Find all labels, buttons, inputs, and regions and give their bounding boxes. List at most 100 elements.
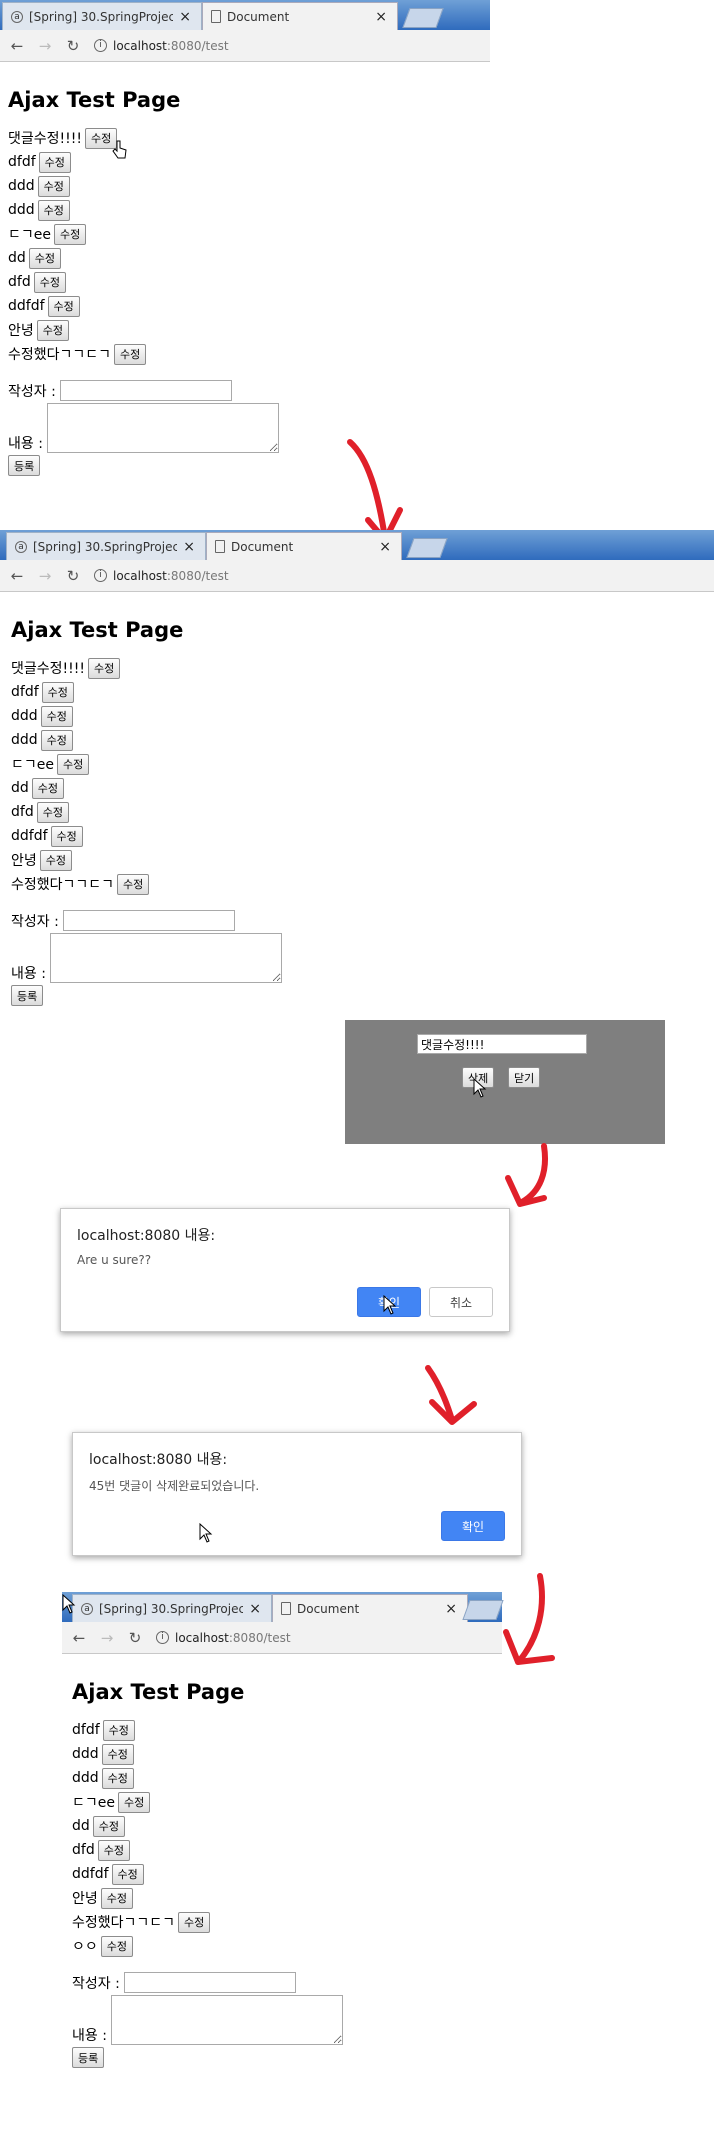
reply-text: 댓글수정!!!! <box>8 131 82 147</box>
edit-button[interactable]: 수정 <box>97 1839 130 1861</box>
alert-ok-button[interactable]: 확인 <box>441 1511 505 1541</box>
edit-button[interactable]: 수정 <box>111 1863 144 1885</box>
screenshot-3: a [Spring] 30.SpringProject × Document ×… <box>62 1592 504 2112</box>
edit-button[interactable]: 수정 <box>92 1815 126 1837</box>
reply-text: dfdf <box>8 154 36 170</box>
edit-button[interactable]: 수정 <box>50 825 83 847</box>
content-textarea[interactable] <box>46 403 279 453</box>
edit-button[interactable]: 수정 <box>87 657 121 679</box>
edit-button[interactable]: 수정 <box>57 753 90 775</box>
reload-icon[interactable]: ↻ <box>124 1629 146 1647</box>
edit-button[interactable]: 수정 <box>54 223 87 245</box>
close-tab-icon[interactable]: × <box>179 9 191 25</box>
info-icon[interactable]: i <box>94 569 107 582</box>
forward-icon[interactable]: → <box>34 567 56 585</box>
writer-input[interactable] <box>59 380 232 401</box>
info-icon[interactable]: i <box>94 39 107 52</box>
edit-button[interactable]: 수정 <box>178 1911 211 1933</box>
edit-button[interactable]: 수정 <box>101 1743 134 1765</box>
edit-button[interactable]: 수정 <box>31 777 65 799</box>
page-title: Ajax Test Page <box>11 618 184 642</box>
address-bar[interactable]: i localhost:8080/test <box>156 1631 291 1645</box>
close-tab-icon[interactable]: × <box>249 1601 261 1617</box>
edit-button[interactable]: 수정 <box>39 849 73 871</box>
tab-spring-project[interactable]: a [Spring] 30.SpringProject × <box>2 2 202 30</box>
reply-text: dd <box>11 780 29 796</box>
reload-icon[interactable]: ↻ <box>62 567 84 585</box>
reply-item: dfd 수정 <box>8 270 279 294</box>
edit-button[interactable]: 수정 <box>28 247 62 269</box>
reply-text: 댓글수정!!!! <box>11 661 85 677</box>
edit-button[interactable]: 수정 <box>114 343 147 365</box>
screenshot-2: a [Spring] 30.SpringProject × Document ×… <box>0 530 714 1150</box>
page-content: Ajax Test Page 댓글수정!!!! 수정 dfdf 수정 ddd 수정 d… <box>11 618 282 1006</box>
tab-spring-project[interactable]: a [Spring] 30.SpringProject × <box>72 1594 272 1622</box>
edit-button[interactable]: 수정 <box>40 729 73 751</box>
browser-window: a [Spring] 30.SpringProject × Document ×… <box>0 530 714 594</box>
alert-dialog: localhost:8080 내용: 45번 댓글이 삭제완료되었습니다. 확인 <box>72 1432 522 1556</box>
dialog-message: Are u sure?? <box>77 1253 152 1267</box>
edit-button[interactable]: 수정 <box>36 801 69 823</box>
new-tab-button[interactable] <box>406 538 448 558</box>
app-icon: a <box>81 1602 93 1615</box>
edit-button[interactable]: 수정 <box>118 1791 151 1813</box>
screenshot-1: a [Spring] 30.SpringProject × Document ×… <box>0 0 490 500</box>
back-icon[interactable]: ← <box>6 37 28 55</box>
submit-button[interactable]: 등록 <box>8 455 41 476</box>
hand-cursor-icon <box>112 140 127 159</box>
writer-input[interactable] <box>62 910 235 931</box>
edit-button[interactable]: 수정 <box>117 873 150 895</box>
close-button[interactable]: 닫기 <box>508 1067 541 1088</box>
edit-button[interactable]: 수정 <box>41 681 74 703</box>
reply-item: 댓글수정!!!! 수정 <box>11 656 282 680</box>
address-bar[interactable]: i localhost:8080/test <box>94 569 229 583</box>
close-tab-icon[interactable]: × <box>183 539 195 555</box>
submit-button[interactable]: 등록 <box>11 985 44 1006</box>
back-icon[interactable]: ← <box>68 1629 90 1647</box>
tab-strip: a [Spring] 30.SpringProject × Document × <box>62 1592 504 1622</box>
address-bar[interactable]: i localhost:8080/test <box>94 39 229 53</box>
edit-button[interactable]: 수정 <box>33 271 66 293</box>
edit-button[interactable]: 수정 <box>101 1767 134 1789</box>
info-icon[interactable]: i <box>156 1631 169 1644</box>
reply-text: ㄷㄱee <box>72 1795 115 1811</box>
content-textarea[interactable] <box>110 1995 343 2045</box>
edit-button[interactable]: 수정 <box>40 705 73 727</box>
writer-label: 작성자 : <box>11 913 59 930</box>
submit-button[interactable]: 등록 <box>72 2047 105 2068</box>
annotation-arrow-icon <box>503 1573 555 1665</box>
edit-button[interactable]: 수정 <box>36 319 70 341</box>
new-tab-button[interactable] <box>402 8 444 28</box>
reload-icon[interactable]: ↻ <box>62 37 84 55</box>
tab-document[interactable]: Document × <box>202 2 398 30</box>
edit-button[interactable]: 수정 <box>100 1935 134 1957</box>
close-tab-icon[interactable]: × <box>375 9 387 25</box>
url-host: localhost <box>113 568 167 583</box>
url-path: :8080/test <box>166 38 229 53</box>
forward-icon[interactable]: → <box>34 37 56 55</box>
annotation-arrow-icon <box>425 1365 477 1425</box>
browser-window: a [Spring] 30.SpringProject × Document ×… <box>62 1592 504 1656</box>
confirm-dialog: localhost:8080 내용: Are u sure?? 확인 취소 <box>60 1208 510 1332</box>
writer-label: 작성자 : <box>8 383 56 400</box>
confirm-cancel-button[interactable]: 취소 <box>429 1287 493 1317</box>
tab-document[interactable]: Document × <box>206 532 402 560</box>
forward-icon[interactable]: → <box>96 1629 118 1647</box>
reply-item: dfd 수정 <box>11 800 282 824</box>
edit-button[interactable]: 수정 <box>37 199 70 221</box>
edit-button[interactable]: 수정 <box>102 1719 135 1741</box>
tab-document[interactable]: Document × <box>272 1594 468 1622</box>
tab-spring-project[interactable]: a [Spring] 30.SpringProject × <box>6 532 206 560</box>
back-icon[interactable]: ← <box>6 567 28 585</box>
edit-button[interactable]: 수정 <box>37 175 70 197</box>
pointer-cursor-icon <box>62 1594 76 1614</box>
modal-reply-input[interactable] <box>417 1034 587 1054</box>
edit-button[interactable]: 수정 <box>100 1887 134 1909</box>
close-tab-icon[interactable]: × <box>379 539 391 555</box>
content-textarea[interactable] <box>49 933 282 983</box>
edit-button[interactable]: 수정 <box>47 295 80 317</box>
edit-button[interactable]: 수정 <box>38 151 71 173</box>
close-tab-icon[interactable]: × <box>445 1601 457 1617</box>
writer-input[interactable] <box>123 1972 296 1993</box>
new-tab-button[interactable] <box>462 1600 504 1620</box>
